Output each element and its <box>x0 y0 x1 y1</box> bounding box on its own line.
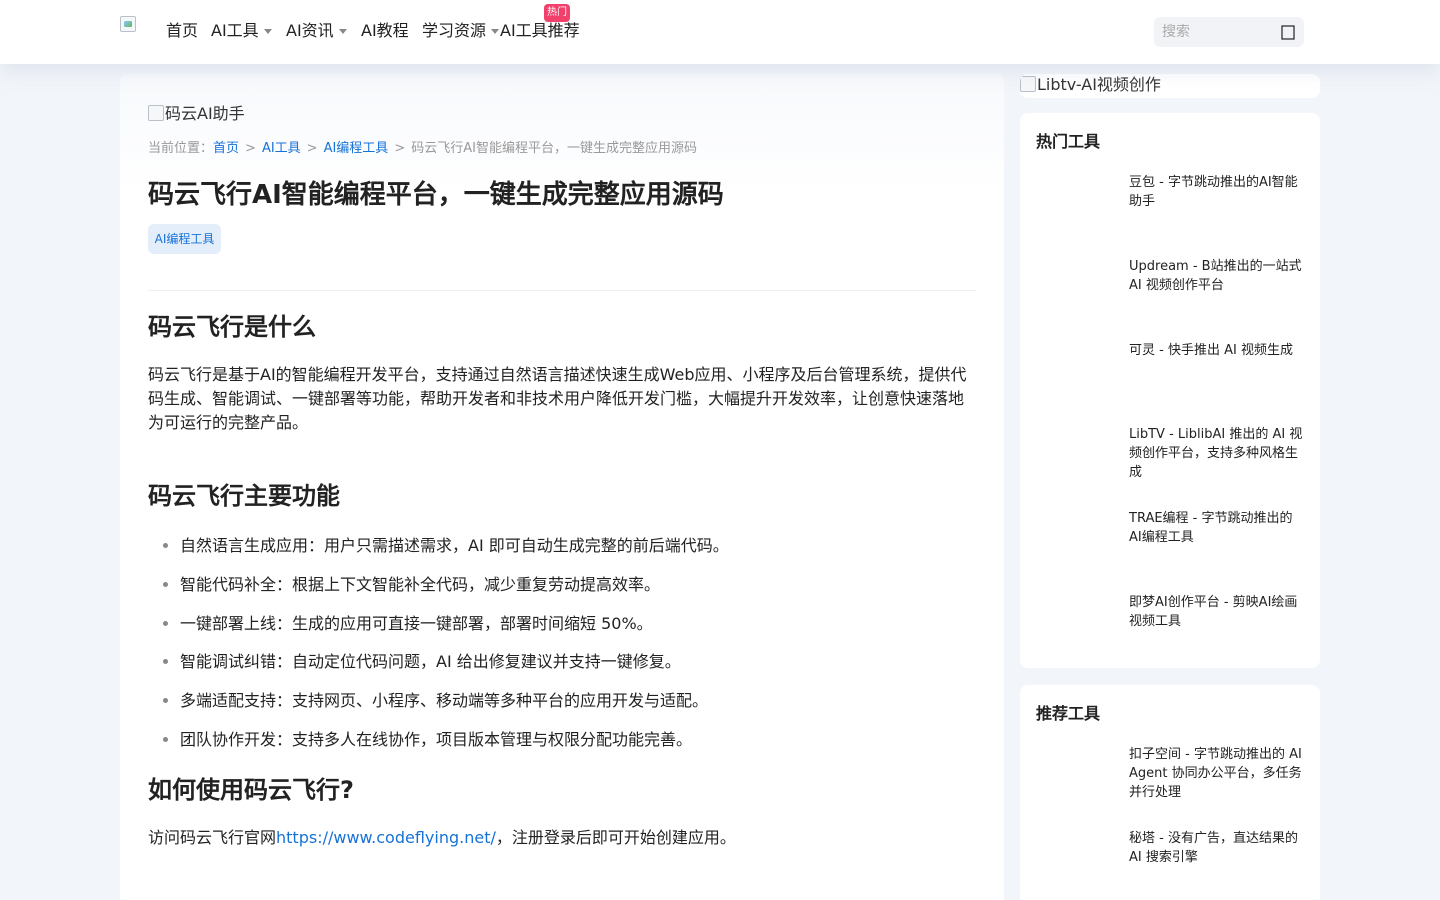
sidebar-ad-banner[interactable]: Libtv-AI视频创作 <box>1020 74 1320 98</box>
nav-item-label: AI资讯 <box>286 21 334 40</box>
hot-badge: 热门 <box>544 4 570 22</box>
tool-name: LibTV - LiblibAI 推出的 AI 视频创作平台，支持多种风格生成 <box>1129 427 1303 480</box>
list-item: 团队协作开发：支持多人在线协作，项目版本管理与权限分配功能完善。 <box>148 727 976 766</box>
list-item[interactable]: 秘塔 - 没有广告，直达结果的 AI 搜索引擎 <box>1036 829 1306 889</box>
breadcrumb-ai-tools[interactable]: AI工具 <box>262 141 301 156</box>
recommended-tools-card: 推荐工具 扣子空间 - 字节跳动推出的 AI Agent 协同办公平台，多任务并… <box>1020 685 1320 900</box>
breadcrumb-category[interactable]: AI编程工具 <box>324 141 389 156</box>
tool-name: 可灵 - 快手推出 AI 视频生成 <box>1129 343 1293 358</box>
tool-thumbnail <box>1036 257 1120 317</box>
list-item: 一键部署上线：生成的应用可直接一键部署，部署时间缩短 50%。 <box>148 611 976 650</box>
list-item[interactable]: Updream - B站推出的一站式 AI 视频创作平台 <box>1036 257 1306 317</box>
nav-item-label: 学习资源 <box>422 21 487 40</box>
nav-item-label: AI工具 <box>211 21 259 40</box>
official-site-link[interactable]: https://www.codeflying.net/ <box>276 828 496 847</box>
nav-item-ai-tools[interactable]: AI工具 <box>211 20 272 42</box>
how-text-prefix: 访问码云飞行官网 <box>148 828 277 847</box>
broken-image-icon <box>1020 76 1036 92</box>
breadcrumb: 当前位置：首页 > AI工具 > AI编程工具 > 码云飞行AI智能编程平台，一键生成完整应… <box>148 141 697 156</box>
section-heading-how: 如何使用码云飞行? <box>148 776 354 804</box>
search-icon[interactable] <box>1281 24 1295 40</box>
section-heading-features: 码云飞行主要功能 <box>148 482 340 510</box>
section-text-what: 码云飞行是基于AI的智能编程开发平台，支持通过自然语言描述快速生成Web应用、小… <box>148 365 967 432</box>
page-title: 码云飞行AI智能编程平台，一键生成完整应用源码 <box>148 180 724 210</box>
nav-item-ai-tutorial[interactable]: AI教程 <box>361 20 409 42</box>
ad-banner-alt: Libtv-AI视频创作 <box>1037 75 1161 94</box>
feature-list: 自然语言生成应用：用户只需描述需求，AI 即可自动生成完整的前后端代码。 智能代… <box>148 533 976 766</box>
recommended-tools-title: 推荐工具 <box>1036 704 1101 723</box>
category-tag[interactable]: AI编程工具 <box>148 224 221 254</box>
tool-name: 豆包 - 字节跳动推出的AI智能助手 <box>1129 175 1298 209</box>
tool-name: TRAE编程 - 字节跳动推出的AI编程工具 <box>1129 511 1293 545</box>
chevron-down-icon <box>491 29 500 34</box>
section-text-how: 访问码云飞行官网https://www.codeflying.net/，注册登录… <box>148 826 978 850</box>
breadcrumb-prefix: 当前位置： <box>148 141 214 156</box>
tool-name: 扣子空间 - 字节跳动推出的 AI Agent 协同办公平台，多任务并行处理 <box>1129 747 1302 800</box>
list-item: 智能代码补全：根据上下文智能补全代码，减少重复劳动提高效率。 <box>148 572 976 611</box>
list-item[interactable]: TRAE编程 - 字节跳动推出的AI编程工具 <box>1036 509 1306 569</box>
hero-image: 码云AI助手 <box>148 104 245 124</box>
list-item[interactable]: LibTV - LiblibAI 推出的 AI 视频创作平台，支持多种风格生成 <box>1036 425 1306 485</box>
top-nav-bar: 首页 AI工具 AI资讯 AI教程 学习资源 AI工具推荐 热门 <box>0 0 1440 64</box>
nav-item-label: AI工具推荐 <box>500 21 580 40</box>
tool-thumbnail <box>1036 509 1120 569</box>
list-item: 自然语言生成应用：用户只需描述需求，AI 即可自动生成完整的前后端代码。 <box>148 533 976 572</box>
breadcrumb-home[interactable]: 首页 <box>213 141 239 156</box>
hero-image-alt: 码云AI助手 <box>165 104 245 123</box>
list-item[interactable]: 即梦AI创作平台 - 剪映AI绘画视频工具 <box>1036 593 1306 653</box>
search-input[interactable] <box>1162 22 1272 42</box>
chevron-down-icon <box>338 29 347 34</box>
nav-item-home[interactable]: 首页 <box>166 20 198 42</box>
list-item[interactable]: 可灵 - 快手推出 AI 视频生成 <box>1036 341 1306 401</box>
nav-item-ai-news[interactable]: AI资讯 <box>286 20 347 42</box>
section-heading-what: 码云飞行是什么 <box>148 313 316 341</box>
tool-thumbnail <box>1036 593 1120 653</box>
tool-thumbnail <box>1036 829 1120 889</box>
tool-thumbnail <box>1036 341 1120 401</box>
hot-tools-title: 热门工具 <box>1036 132 1101 151</box>
list-item[interactable]: 豆包 - 字节跳动推出的AI智能助手 <box>1036 173 1306 233</box>
divider <box>148 290 976 291</box>
site-logo[interactable] <box>120 16 136 32</box>
tool-thumbnail <box>1036 425 1120 485</box>
chevron-down-icon <box>263 29 272 34</box>
article-card: 码云AI助手 当前位置：首页 > AI工具 > AI编程工具 > 码云飞行AI智能编程平台，… <box>120 74 1004 900</box>
nav-item-label: 首页 <box>166 21 199 40</box>
list-item[interactable]: 扣子空间 - 字节跳动推出的 AI Agent 协同办公平台，多任务并行处理 <box>1036 745 1306 805</box>
tool-thumbnail <box>1036 173 1120 233</box>
nav-item-resources[interactable]: 学习资源 <box>422 20 500 42</box>
nav-item-ai-recommend[interactable]: AI工具推荐 <box>500 20 580 42</box>
list-item: 多端适配支持：支持网页、小程序、移动端等多种平台的应用开发与适配。 <box>148 688 976 727</box>
breadcrumb-current: 码云飞行AI智能编程平台，一键生成完整应用源码 <box>411 141 697 156</box>
broken-image-icon <box>148 105 164 121</box>
list-item: 智能调试纠错：自动定位代码问题，AI 给出修复建议并支持一键修复。 <box>148 649 976 688</box>
tool-name: 秘塔 - 没有广告，直达结果的 AI 搜索引擎 <box>1129 831 1298 865</box>
how-text-suffix: ，注册登录后即可开始创建应用。 <box>495 828 736 847</box>
nav-item-label: AI教程 <box>361 21 409 40</box>
tool-name: 即梦AI创作平台 - 剪映AI绘画视频工具 <box>1129 595 1298 629</box>
hot-tools-card: 热门工具 豆包 - 字节跳动推出的AI智能助手 Updream - B站推出的一… <box>1020 113 1320 668</box>
tool-thumbnail <box>1036 745 1120 805</box>
tool-name: Updream - B站推出的一站式 AI 视频创作平台 <box>1129 259 1302 293</box>
